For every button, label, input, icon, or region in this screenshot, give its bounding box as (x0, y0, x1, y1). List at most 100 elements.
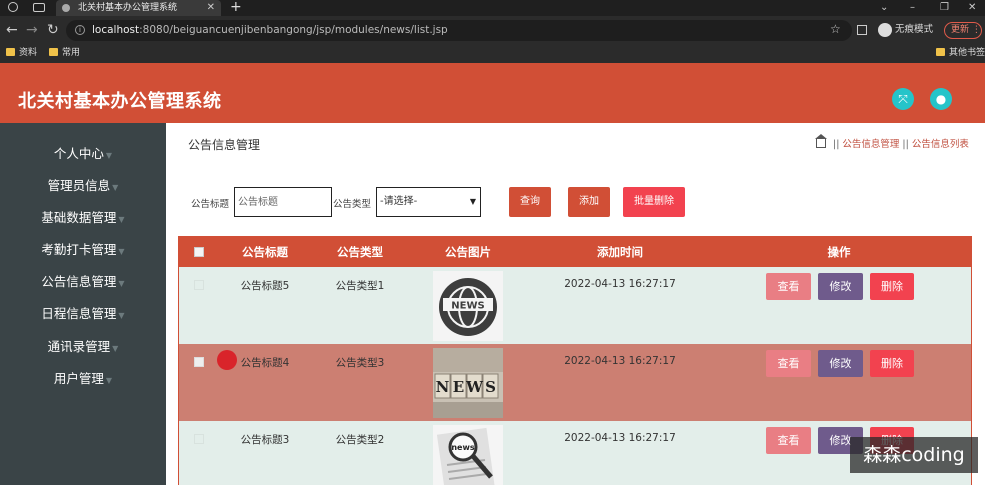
incognito-icon (878, 22, 892, 37)
news-globe-icon: NEWS (433, 271, 503, 341)
caret-down-icon: ▼ (118, 311, 125, 320)
browser-menu-icon[interactable] (8, 2, 18, 12)
caret-down-icon: ▼ (118, 279, 125, 288)
tab-search-icon[interactable] (33, 3, 45, 12)
news-blocks-icon: N E W S (433, 348, 503, 418)
sidebar-item-label: 通讯录管理 (47, 339, 111, 354)
forward-icon[interactable]: → (26, 20, 38, 40)
side-panel-icon[interactable] (857, 25, 867, 35)
update-button[interactable]: 更新 ⋮ (944, 22, 982, 39)
column-header: 操作 (827, 245, 851, 259)
row-title: 公告标题5 (240, 280, 290, 292)
delete-button[interactable]: 删除 (870, 273, 914, 300)
row-time: 2022-04-13 16:27:17 (564, 278, 676, 290)
url-field[interactable]: i localhost:8080/beiguancuenjibenbangong… (66, 20, 852, 41)
reload-icon[interactable]: ↻ (47, 20, 59, 40)
new-tab-icon[interactable]: + (230, 0, 242, 15)
caret-down-icon: ▼ (118, 215, 125, 224)
row-type: 公告类型3 (335, 357, 385, 369)
svg-text:news: news (451, 443, 475, 452)
column-header: 公告类型 (337, 245, 383, 259)
sidebar-item-basic-data[interactable]: 基础数据管理 ▼ (0, 207, 166, 229)
incognito-label: 无痕模式 (895, 24, 934, 35)
type-filter-label: 公告类型 (333, 199, 372, 210)
row-title: 公告标题3 (240, 434, 290, 446)
breadcrumb-item[interactable]: 公告信息管理 (842, 139, 899, 150)
tab-title: 北关村基本办公管理系统 (78, 3, 178, 13)
column-header: 添加时间 (597, 245, 643, 259)
table-header: 公告标题 公告类型 公告图片 添加时间 操作 (179, 237, 971, 267)
folder-icon (49, 48, 58, 56)
caret-down-icon: ▼ (112, 183, 119, 192)
close-window-icon[interactable]: ✕ (968, 0, 976, 16)
home-icon[interactable] (815, 134, 827, 148)
watermark: 森森coding (850, 437, 978, 473)
svg-text:W: W (465, 378, 484, 396)
back-icon[interactable]: ← (6, 20, 18, 40)
row-checkbox[interactable] (194, 434, 204, 444)
sidebar-item-label: 用户管理 (53, 371, 104, 386)
favicon-icon (62, 4, 70, 12)
expand-icon[interactable]: ⤧ (892, 88, 914, 110)
svg-text:N: N (436, 378, 450, 396)
bookmarks-bar: 资料 常用 其他书签 (0, 44, 985, 63)
title-search-input[interactable] (234, 187, 332, 217)
sidebar-item-label: 个人中心 (53, 146, 104, 161)
sidebar-item-personal-center[interactable]: 个人中心 ▼ (0, 143, 166, 165)
edit-button[interactable]: 修改 (818, 350, 863, 377)
caret-down-icon: ▼ (105, 151, 113, 160)
caret-down-icon: ▼ (118, 247, 125, 256)
tab-close-icon[interactable]: ✕ (207, 0, 215, 16)
sidebar-item-schedule[interactable]: 日程信息管理 ▼ (0, 303, 166, 325)
batch-delete-button[interactable]: 批量删除 (623, 187, 685, 217)
folder-icon (936, 48, 945, 56)
browser-tab-bar: 北关村基本办公管理系统 ✕ + ⌄ – ❐ ✕ (0, 0, 985, 16)
bookmark-folder[interactable]: 资料 (6, 44, 37, 63)
type-select[interactable]: -请选择- ▼ (376, 187, 481, 217)
view-button[interactable]: 查看 (766, 273, 811, 300)
svg-text:E: E (453, 378, 464, 396)
sidebar-item-contacts[interactable]: 通讯录管理 ▼ (0, 336, 166, 358)
sidebar-item-announcements[interactable]: 公告信息管理 ▼ (0, 271, 166, 293)
row-type: 公告类型1 (335, 280, 385, 292)
minimize-icon[interactable]: – (910, 0, 915, 16)
row-time: 2022-04-13 16:27:17 (564, 432, 676, 444)
restore-icon[interactable]: ❐ (940, 0, 949, 16)
chevron-down-icon: ▼ (469, 197, 476, 206)
main-content: 公告信息管理 ||公告信息管理||公告信息列表 公告标题 公告类型 -请选择- … (166, 123, 985, 485)
breadcrumb-item: 公告信息列表 (911, 139, 969, 150)
user-icon[interactable]: ● (930, 88, 952, 110)
other-bookmarks[interactable]: 其他书签 (936, 44, 985, 63)
bookmark-label: 常用 (62, 48, 81, 58)
app-header: 北关村基本办公管理系统 ⤧ ● (0, 63, 985, 123)
bookmark-label: 其他书签 (949, 48, 985, 58)
sidebar-item-attendance[interactable]: 考勤打卡管理 ▼ (0, 239, 166, 261)
view-button[interactable]: 查看 (766, 427, 811, 454)
chevron-down-icon[interactable]: ⌄ (880, 0, 888, 16)
select-all-checkbox[interactable] (194, 247, 204, 257)
delete-button[interactable]: 删除 (870, 350, 914, 377)
browser-tab[interactable]: 北关村基本办公管理系统 ✕ (56, 0, 221, 16)
table-row[interactable]: 公告标题5 公告类型1 NEWS 2022-04-13 16:27:17 查看 … (179, 267, 971, 344)
bookmark-star-icon[interactable]: ☆ (830, 22, 841, 36)
row-checkbox[interactable] (194, 280, 204, 290)
table-row[interactable]: 公告标题4 公告类型3 N E W S 2022-04-13 16:27:17 (179, 344, 971, 421)
news-magnifier-icon: news (433, 425, 503, 485)
edit-button[interactable]: 修改 (818, 273, 863, 300)
app-title: 北关村基本办公管理系统 (18, 91, 222, 112)
row-time: 2022-04-13 16:27:17 (564, 355, 676, 367)
add-button[interactable]: 添加 (568, 187, 610, 217)
site-info-icon[interactable]: i (75, 25, 85, 35)
query-button[interactable]: 查询 (509, 187, 551, 217)
row-title: 公告标题4 (240, 357, 290, 369)
bookmark-folder[interactable]: 常用 (49, 44, 80, 63)
update-label: 更新 (951, 25, 970, 35)
sidebar-item-label: 基础数据管理 (41, 210, 117, 225)
sidebar-item-users[interactable]: 用户管理 ▼ (0, 368, 166, 390)
sidebar-item-admin-info[interactable]: 管理员信息 ▼ (0, 175, 166, 197)
caret-down-icon: ▼ (112, 344, 119, 353)
row-checkbox[interactable] (194, 357, 204, 367)
incognito-indicator[interactable]: 无痕模式 (878, 21, 933, 39)
view-button[interactable]: 查看 (766, 350, 811, 377)
bookmark-label: 资料 (19, 48, 38, 58)
